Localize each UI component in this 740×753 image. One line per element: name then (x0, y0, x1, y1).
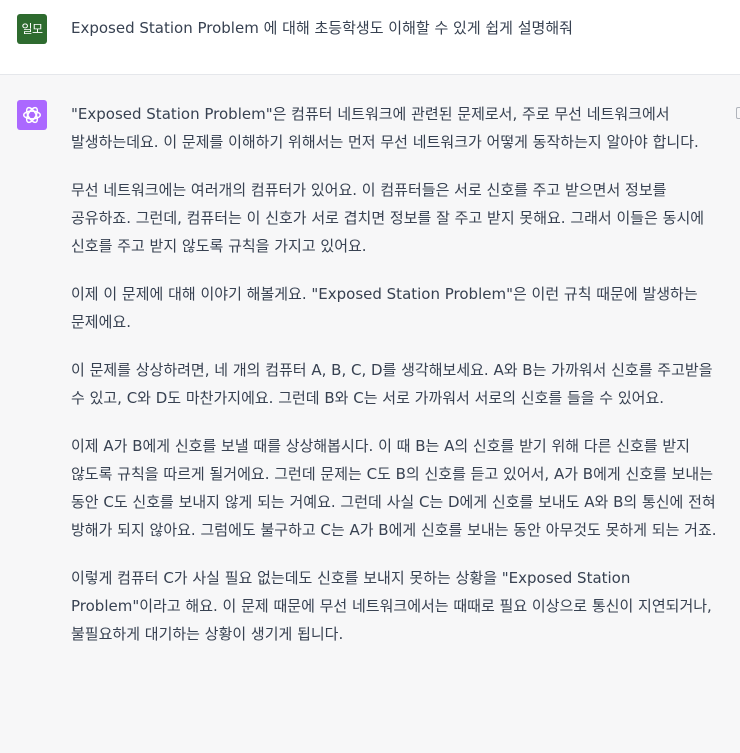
answer-paragraph: 이제 A가 B에게 신호를 보낼 때를 상상해봅시다. 이 때 B는 A의 신호… (71, 437, 717, 539)
answer-paragraph: 이제 이 문제에 대해 이야기 해볼게요. "Exposed Station P… (71, 285, 698, 331)
answer-paragraph: "Exposed Station Problem"은 컴퓨터 네트워크에 관련된… (71, 105, 699, 151)
assistant-answer: "Exposed Station Problem"은 컴퓨터 네트워크에 관련된… (71, 100, 723, 668)
assistant-message-row: "Exposed Station Problem"은 컴퓨터 네트워크에 관련된… (0, 75, 740, 753)
openai-logo-icon (23, 106, 41, 124)
answer-paragraph: 이 문제를 상상하려면, 네 개의 컴퓨터 A, B, C, D를 생각해보세요… (71, 361, 713, 407)
answer-paragraph: 이렇게 컴퓨터 C가 사실 필요 없는데도 신호를 보내지 못하는 상황을 "E… (71, 569, 712, 643)
copy-icon[interactable] (736, 107, 740, 119)
answer-paragraph: 무선 네트워크에는 여러개의 컴퓨터가 있어요. 이 컴퓨터들은 서로 신호를 … (71, 181, 705, 255)
assistant-avatar (17, 100, 47, 130)
user-message-text: Exposed Station Problem 에 대해 초등학생도 이해할 수… (71, 19, 573, 37)
user-avatar: 일모 (17, 14, 47, 44)
user-message-row: 일모 Exposed Station Problem 에 대해 초등학생도 이해… (0, 0, 740, 75)
